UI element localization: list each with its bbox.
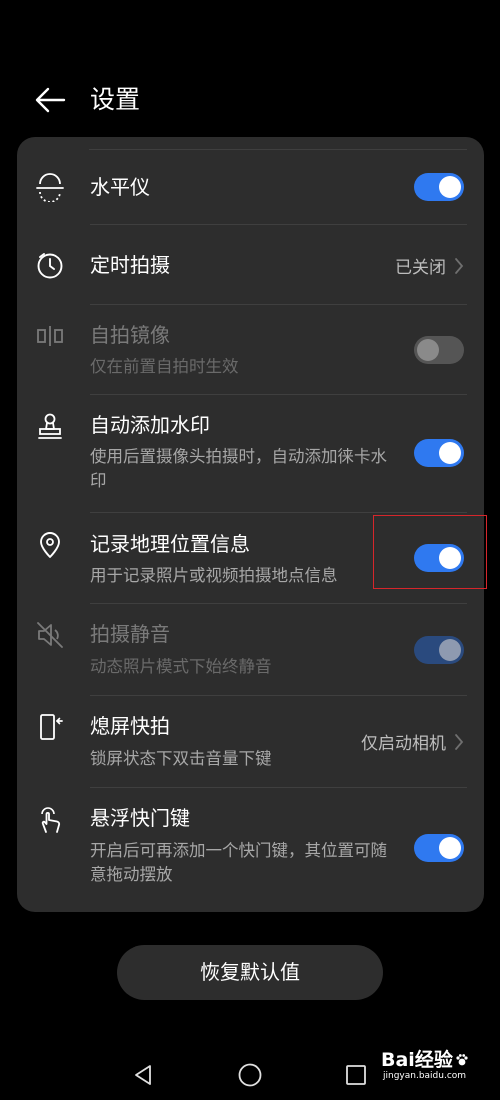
location-toggle[interactable] — [414, 544, 464, 572]
nav-home-button[interactable] — [235, 1060, 265, 1090]
triangle-back-icon — [135, 1065, 151, 1085]
chevron-right-icon — [454, 257, 464, 275]
setting-title: 定时拍摄 — [90, 253, 170, 277]
timer-value[interactable]: 已关闭 — [395, 253, 464, 278]
baidu-paw-icon — [456, 1054, 468, 1066]
mute-icon — [34, 619, 66, 651]
arrow-left-icon — [35, 87, 66, 113]
setting-mirror: 自拍镜像 仅在前置自拍时生效 — [17, 305, 484, 395]
watermark-toggle[interactable] — [414, 439, 464, 467]
setting-subtitle: 动态照片模式下始终静音 — [90, 657, 272, 676]
level-toggle[interactable] — [414, 173, 464, 201]
stamp-icon — [34, 411, 66, 443]
setting-level: 水平仪 — [17, 150, 484, 225]
mirror-icon — [34, 320, 66, 352]
level-icon — [34, 171, 66, 203]
setting-title: 自拍镜像 — [90, 323, 170, 347]
setting-location: 记录地理位置信息 用于记录照片或视频拍摄地点信息 — [17, 513, 484, 604]
circle-home-icon — [238, 1063, 262, 1087]
toggle-knob — [439, 639, 461, 661]
setting-subtitle: 仅在前置自拍时生效 — [90, 357, 239, 376]
setting-title: 拍摄静音 — [90, 622, 170, 646]
toggle-knob — [439, 837, 461, 859]
setting-subtitle: 锁屏状态下双击音量下键 — [90, 749, 272, 768]
location-pin-icon — [34, 529, 66, 561]
setting-snapshot[interactable]: 熄屏快拍 锁屏状态下双击音量下键 仅启动相机 — [17, 696, 484, 788]
settings-card: 水平仪 定时拍摄 已关闭 自拍镜像 仅在前置自拍时生效 自动添加水印 使用后置摄… — [17, 137, 484, 912]
toggle-knob — [439, 176, 461, 198]
setting-title: 自动添加水印 — [90, 413, 210, 437]
setting-floating-shutter: 悬浮快门键 开启后可再添加一个快门键，其位置可随意拖动摆放 — [17, 788, 484, 912]
square-recents-icon — [346, 1065, 366, 1085]
tap-hand-icon — [34, 804, 66, 836]
camera-settings-screen: 设置 水平仪 定时拍摄 已关闭 自拍镜像 仅在前置自拍时生效 自动添加水印 使用… — [0, 0, 500, 1100]
setting-subtitle: 用于记录照片或视频拍摄地点信息 — [90, 566, 338, 585]
nav-back-button[interactable] — [128, 1060, 158, 1090]
toggle-knob — [417, 339, 439, 361]
toggle-knob — [439, 442, 461, 464]
watermark-main: Bai经验 — [381, 1049, 481, 1071]
setting-title: 悬浮快门键 — [90, 806, 190, 830]
setting-timer[interactable]: 定时拍摄 已关闭 — [17, 225, 484, 305]
reset-defaults-button[interactable]: 恢复默认值 — [117, 945, 383, 1000]
setting-subtitle: 使用后置摄像头拍摄时，自动添加徕卡水印 — [90, 447, 387, 490]
setting-watermark: 自动添加水印 使用后置摄像头拍摄时，自动添加徕卡水印 — [17, 395, 484, 513]
chevron-right-icon — [454, 733, 464, 751]
setting-title: 水平仪 — [90, 175, 150, 199]
setting-value: 已关闭 — [395, 258, 446, 278]
watermark-url: jingyan.baidu.com — [383, 1071, 467, 1081]
page-title: 设置 — [90, 85, 141, 114]
mute-toggle[interactable] — [414, 636, 464, 664]
setting-subtitle: 开启后可再添加一个快门键，其位置可随意拖动摆放 — [90, 841, 387, 884]
nav-recents-button[interactable] — [341, 1060, 371, 1090]
setting-mute: 拍摄静音 动态照片模式下始终静音 — [17, 604, 484, 696]
baidu-watermark: Bai经验 jingyan.baidu.com — [381, 1049, 481, 1089]
phone-side-key-icon — [34, 711, 66, 743]
back-button[interactable] — [30, 82, 70, 118]
setting-title: 记录地理位置信息 — [90, 532, 250, 556]
toggle-knob — [439, 547, 461, 569]
setting-value: 仅启动相机 — [361, 734, 446, 754]
timer-icon — [34, 249, 66, 281]
watermark-main-text: Bai经验 — [381, 1049, 453, 1071]
mirror-toggle[interactable] — [414, 336, 464, 364]
snapshot-value[interactable]: 仅启动相机 — [361, 729, 464, 754]
floating-shutter-toggle[interactable] — [414, 834, 464, 862]
header: 设置 — [0, 70, 500, 130]
setting-title: 熄屏快拍 — [90, 714, 170, 738]
